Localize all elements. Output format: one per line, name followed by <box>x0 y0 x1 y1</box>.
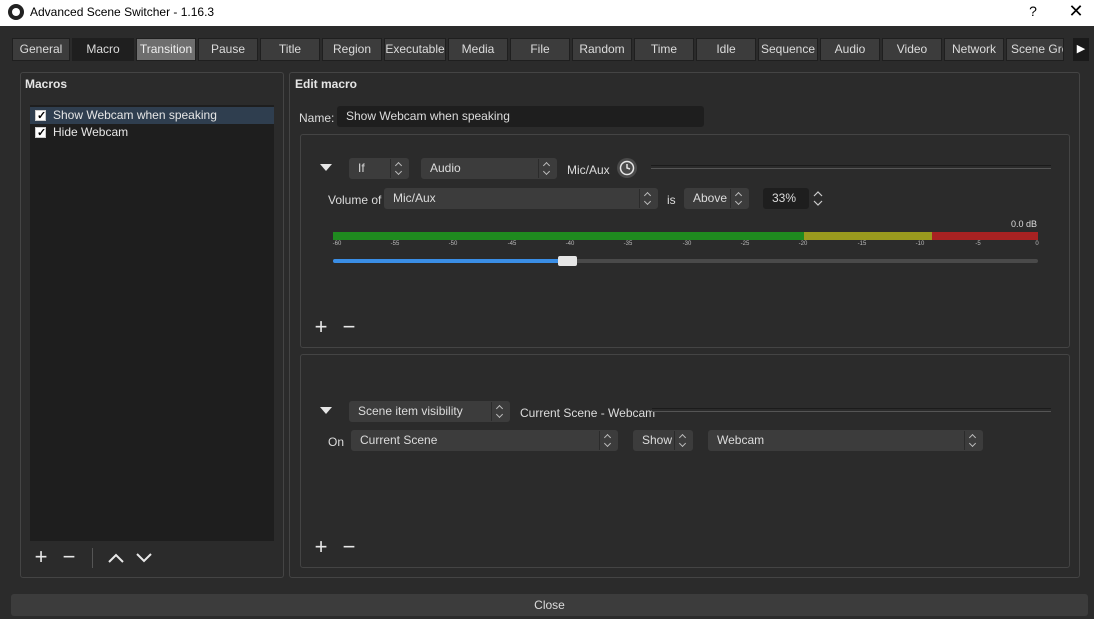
title-bar: Advanced Scene Switcher - 1.16.3 ? ✕ <box>0 0 1094 26</box>
tab-pause[interactable]: Pause <box>198 38 258 61</box>
percent-spinner-icon[interactable] <box>809 188 827 209</box>
volume-slider-handle[interactable] <box>558 256 577 266</box>
on-label: On <box>328 435 345 449</box>
scene-item-select[interactable]: Webcam <box>708 430 983 451</box>
volume-of-label: Volume of <box>328 193 382 207</box>
name-label: Name: <box>299 111 335 125</box>
meter-tick-label: -20 <box>798 241 808 247</box>
remove-macro-button[interactable]: − <box>59 546 79 568</box>
move-up-icon[interactable] <box>107 550 125 566</box>
collapse-toggle-icon[interactable] <box>320 164 332 171</box>
toolbar-divider <box>92 548 93 568</box>
macro-label: Hide Webcam <box>53 125 129 139</box>
meter-red-segment <box>932 232 1038 240</box>
help-button[interactable]: ? <box>1026 3 1040 19</box>
macro-name-input[interactable]: Show Webcam when speaking <box>337 106 704 127</box>
edit-macro-title: Edit macro <box>295 77 358 91</box>
tab-idle[interactable]: Idle <box>696 38 756 61</box>
add-macro-button[interactable]: + <box>31 546 51 568</box>
macro-enabled-checkbox[interactable] <box>35 125 46 142</box>
action-type-select[interactable]: Scene item visibility <box>349 401 510 422</box>
tab-scroll-right-button[interactable]: ▶ <box>1073 38 1089 61</box>
audio-source-select[interactable]: Mic/Aux <box>384 188 658 209</box>
obs-logo-icon <box>8 4 24 20</box>
header-divider <box>651 165 1051 169</box>
macro-label: Show Webcam when speaking <box>53 108 217 122</box>
tab-region[interactable]: Region <box>322 38 382 61</box>
macro-list[interactable]: Show Webcam when speaking Hide Webcam <box>30 105 274 541</box>
tab-media[interactable]: Media <box>448 38 508 61</box>
tab-general[interactable]: General <box>12 38 70 61</box>
list-item[interactable]: Hide Webcam <box>30 124 274 142</box>
tab-audio[interactable]: Audio <box>820 38 880 61</box>
logic-select[interactable]: If <box>349 158 409 179</box>
macros-title: Macros <box>25 77 68 91</box>
tab-scene-group[interactable]: Scene Gro <box>1006 38 1064 61</box>
meter-tick-label: -10 <box>915 241 925 247</box>
tab-executable[interactable]: Executable <box>384 38 446 61</box>
action-section <box>300 354 1070 568</box>
tab-video[interactable]: Video <box>882 38 942 61</box>
is-label: is <box>667 193 676 207</box>
macro-enabled-checkbox[interactable] <box>35 108 46 125</box>
volume-percent-input[interactable]: 33% <box>763 188 809 209</box>
move-down-icon[interactable] <box>135 550 153 566</box>
clock-icon[interactable] <box>616 157 638 179</box>
condition-type-select[interactable]: Audio <box>421 158 557 179</box>
volume-slider-fill <box>333 259 568 263</box>
meter-tick-label: -40 <box>565 241 575 247</box>
scene-select[interactable]: Current Scene <box>351 430 618 451</box>
header-divider <box>652 408 1051 412</box>
tab-transition[interactable]: Transition <box>136 38 196 61</box>
meter-tick-label: 0 <box>1035 241 1039 247</box>
db-readout: 0.0 dB <box>1011 219 1038 229</box>
list-item[interactable]: Show Webcam when speaking <box>30 107 274 125</box>
meter-tick-label: -50 <box>448 241 458 247</box>
meter-tick-label: -30 <box>682 241 692 247</box>
close-button[interactable]: Close <box>11 594 1088 616</box>
meter-tick-label: -5 <box>975 241 981 247</box>
remove-condition-button[interactable]: − <box>339 316 359 338</box>
add-condition-button[interactable]: + <box>311 316 331 338</box>
comparison-select[interactable]: Above <box>684 188 749 209</box>
add-action-button[interactable]: + <box>311 536 331 558</box>
meter-tick-label: -55 <box>390 241 400 247</box>
meter-tick-label: -15 <box>857 241 867 247</box>
remove-action-button[interactable]: − <box>339 536 359 558</box>
tab-sequence[interactable]: Sequence <box>758 38 818 61</box>
meter-tick-label: -45 <box>507 241 517 247</box>
tab-macro[interactable]: Macro <box>72 38 134 61</box>
tab-network[interactable]: Network <box>944 38 1004 61</box>
collapse-toggle-icon[interactable] <box>320 407 332 414</box>
tab-file[interactable]: File <box>510 38 570 61</box>
tab-random[interactable]: Random <box>572 38 632 61</box>
tab-time[interactable]: Time <box>634 38 694 61</box>
window-title: Advanced Scene Switcher - 1.16.3 <box>30 5 215 19</box>
close-window-button[interactable]: ✕ <box>1068 1 1084 22</box>
meter-tick-label: -60 <box>332 241 342 247</box>
visibility-select[interactable]: Show <box>633 430 693 451</box>
meter-tick-label: -35 <box>623 241 633 247</box>
action-header-label: Current Scene - Webcam <box>520 406 656 420</box>
tab-title[interactable]: Title <box>260 38 320 61</box>
meter-green-segment <box>333 232 804 240</box>
condition-header-label: Mic/Aux <box>567 163 610 177</box>
meter-tick-label: -25 <box>740 241 750 247</box>
meter-yellow-segment <box>804 232 932 240</box>
